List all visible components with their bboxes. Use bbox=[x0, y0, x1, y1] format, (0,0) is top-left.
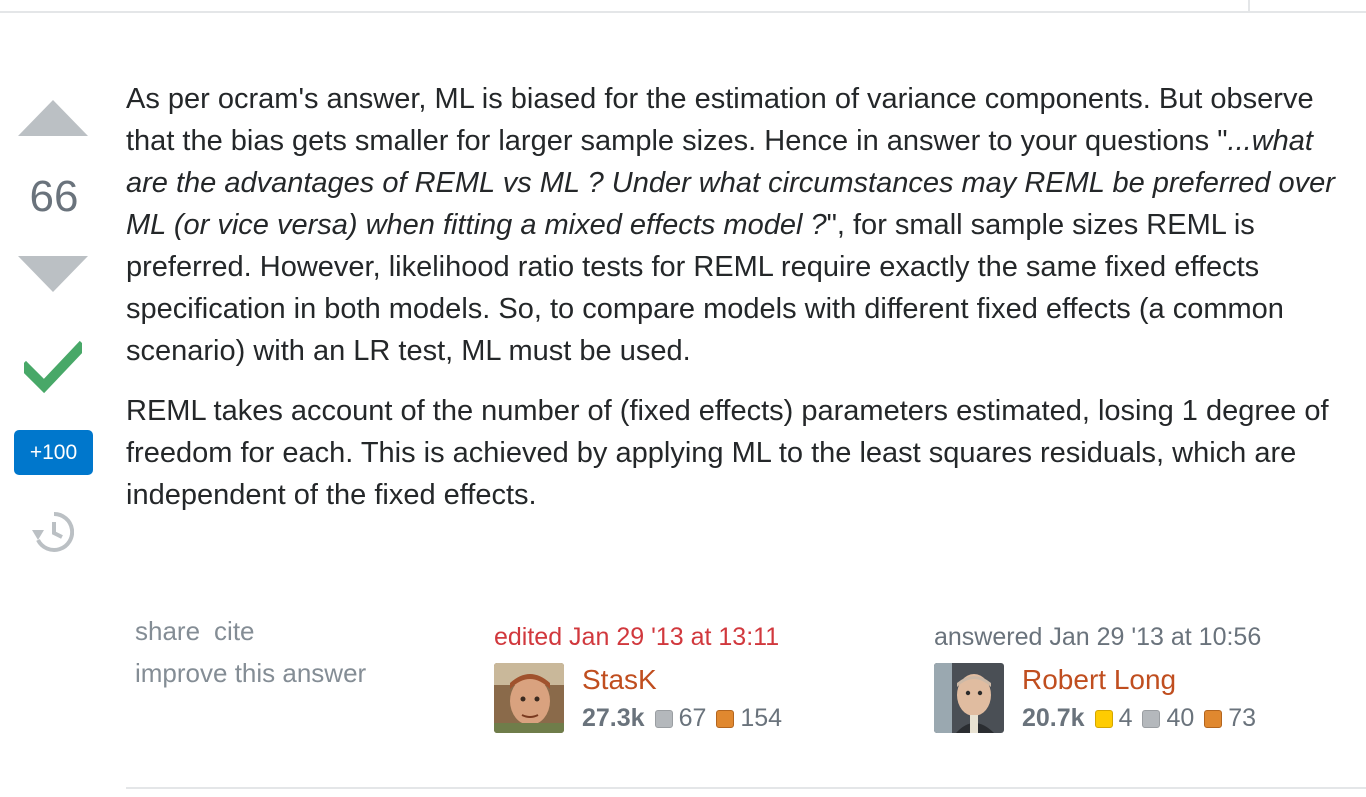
improve-answer-link[interactable]: improve this answer bbox=[135, 658, 366, 688]
answer-paragraph-1: As per ocram's answer, ML is biased for … bbox=[126, 78, 1358, 372]
top-divider-tick bbox=[1248, 0, 1250, 11]
answered-timestamp[interactable]: answered Jan 29 '13 at 10:56 bbox=[934, 620, 1261, 654]
bounty-badge: +100 bbox=[14, 430, 93, 475]
bronze-badge-count: 73 bbox=[1228, 704, 1257, 732]
checkmark-icon bbox=[24, 340, 82, 394]
editor-avatar[interactable] bbox=[494, 663, 564, 733]
history-icon[interactable] bbox=[30, 510, 74, 554]
post-menu: share cite improve this answer bbox=[135, 610, 366, 694]
vote-count: 66 bbox=[29, 172, 79, 221]
author-avatar[interactable] bbox=[934, 663, 1004, 733]
bronze-badge-icon bbox=[1204, 710, 1223, 728]
upvote-arrow-icon[interactable] bbox=[18, 100, 88, 136]
silver-badge-icon bbox=[654, 710, 673, 728]
gold-badge-count: 4 bbox=[1118, 704, 1133, 732]
downvote-arrow-icon[interactable] bbox=[18, 256, 88, 292]
bottom-divider bbox=[126, 787, 1366, 789]
edited-timestamp[interactable]: edited Jan 29 '13 at 13:11 bbox=[494, 620, 779, 654]
share-link[interactable]: share bbox=[135, 616, 200, 646]
author-username[interactable]: Robert Long bbox=[1022, 664, 1176, 696]
answer-paragraph-2: REML takes account of the number of (fix… bbox=[126, 395, 1329, 511]
answer-body: As per ocram's answer, ML is biased for … bbox=[126, 78, 1358, 534]
reputation-score: 27.3k bbox=[582, 704, 645, 732]
cite-link[interactable]: cite bbox=[214, 616, 254, 646]
editor-signature: edited Jan 29 '13 at 13:11 StasK 27.3k 67… bbox=[494, 620, 782, 733]
silver-badge-count: 67 bbox=[678, 704, 707, 732]
editor-reputation: 27.3k 67 154 bbox=[582, 704, 782, 733]
author-signature: answered Jan 29 '13 at 10:56 Robert Long… bbox=[934, 620, 1261, 733]
top-divider bbox=[0, 0, 1366, 13]
silver-badge-icon bbox=[1142, 710, 1161, 728]
reputation-score: 20.7k bbox=[1022, 704, 1085, 732]
silver-badge-count: 40 bbox=[1166, 704, 1195, 732]
editor-username[interactable]: StasK bbox=[582, 664, 657, 696]
bronze-badge-icon bbox=[716, 710, 735, 728]
gold-badge-icon bbox=[1094, 710, 1113, 728]
author-reputation: 20.7k 4 40 73 bbox=[1022, 704, 1256, 733]
paragraph-text: As per ocram's answer, ML is biased for … bbox=[126, 83, 1314, 157]
bronze-badge-count: 154 bbox=[740, 704, 783, 732]
